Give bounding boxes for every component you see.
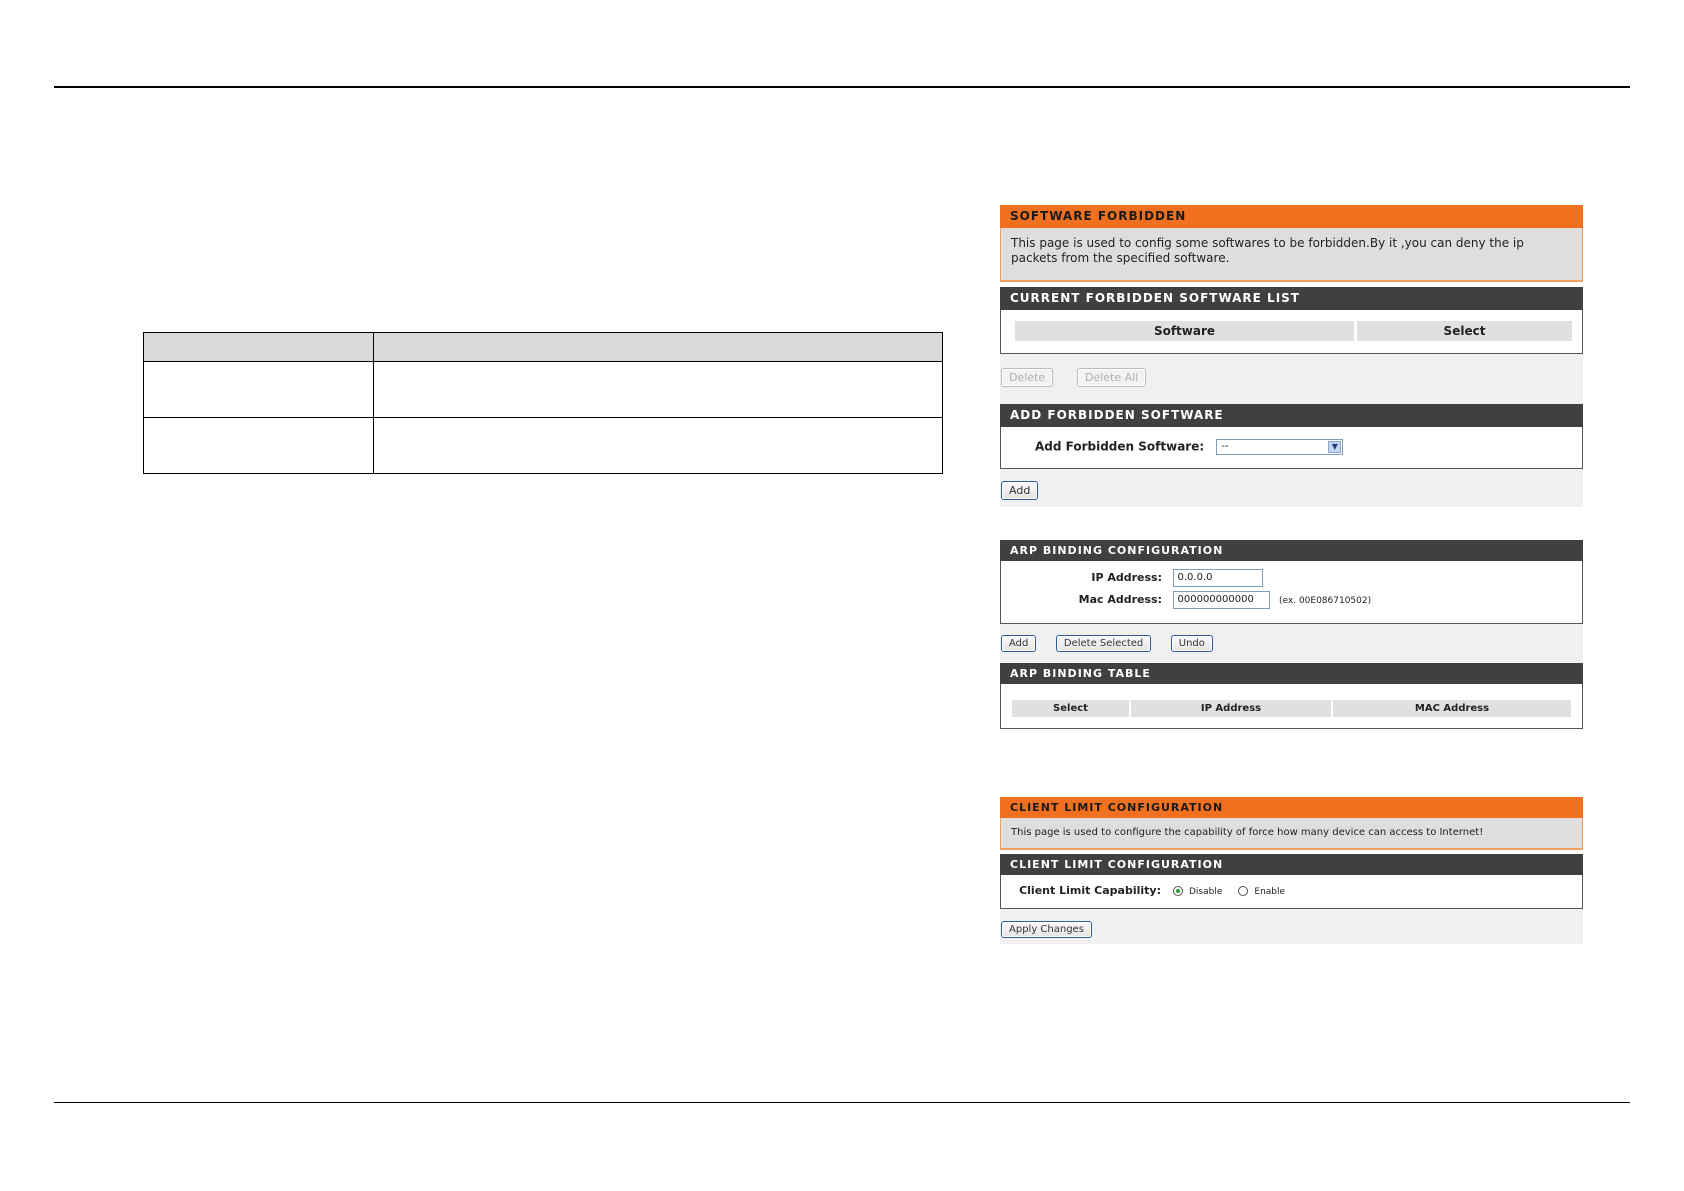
enable-radio-label: Enable	[1254, 887, 1286, 897]
delete-selected-button[interactable]: Delete Selected	[1055, 635, 1152, 652]
client-limit-section-title: CLIENT LIMIT CONFIGURATION	[1000, 854, 1583, 875]
ip-address-label: IP Address:	[1091, 571, 1162, 584]
apply-changes-button[interactable]: Apply Changes	[1001, 921, 1092, 938]
undo-button[interactable]: Undo	[1170, 635, 1213, 652]
arp-binding-title: ARP BINDING CONFIGURATION	[1000, 540, 1583, 561]
arp-binding-panel: ARP BINDING CONFIGURATION IP Address: 0.…	[1000, 540, 1583, 729]
add-forbidden-button[interactable]: Add	[1001, 481, 1039, 500]
arp-binding-table: Select IP Address MAC Address	[1010, 700, 1573, 717]
enable-radio[interactable]	[1237, 886, 1248, 896]
client-limit-button-area: Apply Changes	[1000, 909, 1583, 944]
manual-table-header-cell	[143, 332, 374, 362]
column-select: Select	[1012, 700, 1129, 717]
footer-rule	[54, 1102, 1630, 1103]
table-row	[143, 361, 943, 418]
chevron-down-icon[interactable]: ▼	[1328, 441, 1342, 453]
add-forbidden-box: Add Forbidden Software: -- ▼	[1000, 427, 1583, 469]
current-list-box: Software Select	[1000, 310, 1583, 354]
mac-address-label: Mac Address:	[1078, 593, 1162, 606]
manual-table-header	[143, 332, 943, 362]
forbidden-software-select[interactable]: -- ▼	[1216, 439, 1344, 455]
column-select: Select	[1357, 321, 1572, 341]
arp-table-box: Select IP Address MAC Address	[1000, 684, 1583, 729]
disable-radio[interactable]	[1172, 886, 1183, 896]
software-forbidden-description: This page is used to config some softwar…	[1000, 228, 1583, 282]
mac-example-hint: (ex. 00E086710502)	[1279, 596, 1372, 606]
client-limit-form: Client Limit Capability: Disable Enable	[1000, 875, 1583, 909]
table-cell	[373, 417, 943, 474]
delete-button[interactable]: Delete	[1001, 368, 1054, 387]
delete-all-button[interactable]: Delete All	[1076, 368, 1147, 387]
list-button-area: Delete Delete All	[1000, 354, 1583, 404]
column-ip-address: IP Address	[1131, 700, 1331, 717]
client-limit-title: CLIENT LIMIT CONFIGURATION	[1000, 797, 1583, 818]
table-cell	[143, 417, 374, 474]
arp-table-title: ARP BINDING TABLE	[1000, 663, 1583, 684]
column-software: Software	[1015, 321, 1354, 341]
mac-row: Mac Address: 000000000000 (ex. 00E086710…	[1001, 591, 1582, 613]
add-forbidden-title: ADD FORBIDDEN SOFTWARE	[1000, 404, 1583, 427]
arp-add-button[interactable]: Add	[1001, 635, 1037, 652]
arp-binding-form: IP Address: 0.0.0.0 Mac Address: 0000000…	[1000, 561, 1583, 624]
client-limit-description: This page is used to configure the capab…	[1000, 818, 1583, 850]
column-mac-address: MAC Address	[1333, 700, 1571, 717]
current-list-title: CURRENT FORBIDDEN SOFTWARE LIST	[1000, 287, 1583, 310]
manual-table	[143, 332, 943, 474]
header-rule	[54, 86, 1630, 88]
forbidden-software-table: Software Select	[1012, 321, 1575, 341]
client-limit-capability-label: Client Limit Capability:	[1019, 884, 1161, 897]
client-limit-panel: CLIENT LIMIT CONFIGURATION This page is …	[1000, 797, 1583, 944]
table-header-row: Software Select	[1015, 321, 1572, 341]
table-cell	[373, 361, 943, 418]
add-forbidden-label: Add Forbidden Software:	[1035, 439, 1205, 454]
ip-row: IP Address: 0.0.0.0	[1001, 569, 1582, 591]
table-header-row: Select IP Address MAC Address	[1012, 700, 1571, 717]
disable-radio-label: Disable	[1189, 887, 1223, 897]
forbidden-software-select-value: --	[1221, 441, 1229, 452]
software-forbidden-panel: SOFTWARE FORBIDDEN This page is used to …	[1000, 205, 1583, 507]
ip-address-input[interactable]: 0.0.0.0	[1172, 569, 1263, 587]
table-row	[143, 417, 943, 474]
mac-address-input[interactable]: 000000000000	[1172, 591, 1270, 609]
arp-button-area: Add Delete Selected Undo	[1000, 624, 1583, 663]
manual-table-header-cell	[373, 332, 943, 362]
add-button-area: Add	[1000, 469, 1583, 507]
table-cell	[143, 361, 374, 418]
software-forbidden-title: SOFTWARE FORBIDDEN	[1000, 205, 1583, 228]
